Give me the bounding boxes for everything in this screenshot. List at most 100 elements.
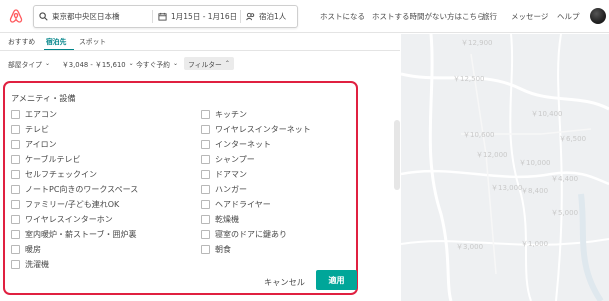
amenity-option[interactable]: 乾燥機: [201, 213, 239, 225]
amenity-label: ドアマン: [215, 169, 247, 179]
nav-help[interactable]: ヘルプ: [557, 11, 580, 22]
room-type-filter[interactable]: 部屋タイプ ⌄: [8, 57, 50, 70]
amenity-option[interactable]: エアコン: [11, 108, 57, 120]
amenity-option[interactable]: ワイヤレスインターネット: [201, 123, 311, 135]
checkbox[interactable]: [11, 244, 20, 254]
price-label: ￥3,048 - ￥15,610: [62, 60, 126, 69]
map-price-marker[interactable]: ￥4,400: [551, 174, 578, 184]
checkbox[interactable]: [11, 109, 20, 119]
amenity-option[interactable]: セルフチェックイン: [11, 168, 97, 180]
more-filters-button[interactable]: フィルター ⌃: [184, 57, 234, 70]
amenity-label: アイロン: [25, 139, 57, 149]
amenity-option[interactable]: 寝室のドアに鍵あり: [201, 228, 287, 240]
nav-trips[interactable]: 旅行: [482, 11, 497, 22]
room-type-label: 部屋タイプ: [8, 60, 42, 69]
checkbox[interactable]: [11, 169, 20, 179]
map-price-marker[interactable]: ￥12,000: [476, 150, 508, 160]
amenity-option[interactable]: 暖房: [11, 243, 41, 255]
amenity-label: インターネット: [215, 139, 271, 149]
checkbox[interactable]: [201, 109, 210, 119]
checkbox[interactable]: [11, 124, 20, 134]
amenity-option[interactable]: テレビ: [11, 123, 49, 135]
map-price-marker[interactable]: ￥12,900: [461, 38, 493, 48]
amenity-option[interactable]: キッチン: [201, 108, 247, 120]
map-price-marker[interactable]: ￥13,000: [491, 183, 523, 193]
map-price-marker[interactable]: ￥3,000: [456, 242, 483, 252]
amenity-label: ワイヤレスインターホン: [25, 214, 113, 224]
amenity-option[interactable]: ノートPC向きのワークスペース: [11, 183, 138, 195]
amenity-label: キッチン: [215, 109, 247, 119]
avatar[interactable]: [590, 8, 606, 24]
checkbox[interactable]: [201, 169, 210, 179]
dates-field[interactable]: 1月15日 - 1月16日: [158, 6, 238, 27]
chevron-up-icon: ⌃: [224, 60, 230, 67]
map-price-marker[interactable]: ￥6,500: [559, 134, 586, 144]
map[interactable]: ￥12,900 ￥12,500 ￥10,400 ￥10,600 ￥6,500 ￥…: [401, 34, 609, 301]
tab-recommended[interactable]: おすすめ: [8, 36, 35, 46]
airbnb-logo-icon[interactable]: [8, 8, 24, 24]
amenity-label: 朝食: [215, 244, 231, 254]
search-bar[interactable]: 東京都中央区日本橋 1月15日 - 1月16日 宿泊1人: [33, 5, 298, 28]
map-price-marker[interactable]: ￥10,000: [519, 158, 551, 168]
more-filters-label: フィルター: [188, 60, 222, 69]
checkbox[interactable]: [201, 124, 210, 134]
price-filter[interactable]: ￥3,048 - ￥15,610 ⌄: [62, 57, 134, 70]
guests-field[interactable]: 宿泊1人: [246, 6, 298, 27]
map-price-marker[interactable]: ￥10,600: [463, 130, 495, 140]
amenity-option[interactable]: シャンプー: [201, 153, 255, 165]
checkbox[interactable]: [11, 259, 20, 269]
amenity-option[interactable]: 室内暖炉・薪ストーブ・囲炉裏: [11, 228, 137, 240]
location-text: 東京都中央区日本橋: [52, 12, 120, 21]
map-price-marker[interactable]: ￥5,000: [551, 208, 578, 218]
map-price-marker[interactable]: ￥1,000: [521, 239, 548, 249]
nav-messages[interactable]: メッセージ: [511, 11, 548, 22]
checkbox[interactable]: [11, 229, 20, 239]
map-price-marker[interactable]: ￥12,500: [453, 74, 485, 84]
checkbox[interactable]: [11, 154, 20, 164]
amenity-option[interactable]: 朝食: [201, 243, 231, 255]
map-price-marker[interactable]: ￥10,400: [531, 109, 563, 119]
amenity-label: シャンプー: [215, 154, 255, 164]
amenity-option[interactable]: アイロン: [11, 138, 57, 150]
amenity-option[interactable]: ファミリー/子ども連れOK: [11, 198, 119, 210]
nav-become-host[interactable]: ホストになる: [320, 11, 365, 22]
amenity-option[interactable]: インターネット: [201, 138, 271, 150]
checkbox[interactable]: [11, 139, 20, 149]
guests-text: 宿泊1人: [259, 12, 287, 21]
amenity-option[interactable]: ドアマン: [201, 168, 247, 180]
guests-icon: [246, 12, 255, 21]
checkbox[interactable]: [201, 199, 210, 209]
amenity-label: 暖房: [25, 244, 41, 254]
category-tabs: おすすめ 宿泊先 スポット: [0, 33, 400, 51]
amenity-option[interactable]: ハンガー: [201, 183, 247, 195]
cancel-button[interactable]: キャンセル: [264, 276, 305, 288]
amenity-label: テレビ: [25, 124, 49, 134]
checkbox[interactable]: [201, 244, 210, 254]
checkbox[interactable]: [201, 184, 210, 194]
checkbox[interactable]: [201, 229, 210, 239]
dates-text: 1月15日 - 1月16日: [171, 12, 238, 21]
amenity-label: ワイヤレスインターネット: [215, 124, 311, 134]
scrollbar[interactable]: [394, 120, 400, 190]
tab-spots[interactable]: スポット: [79, 36, 106, 46]
search-icon: [39, 12, 48, 21]
amenity-option[interactable]: 洗濯機: [11, 258, 49, 270]
chevron-down-icon: ⌄: [128, 60, 134, 67]
location-field[interactable]: 東京都中央区日本橋: [39, 6, 149, 27]
nav-host-no-time[interactable]: ホストする時間がない方はこちら: [372, 11, 485, 22]
checkbox[interactable]: [201, 139, 210, 149]
checkbox[interactable]: [201, 154, 210, 164]
checkbox[interactable]: [11, 199, 20, 209]
map-price-marker[interactable]: ￥8,400: [521, 186, 548, 196]
tabs-divider: [0, 50, 400, 51]
apply-button[interactable]: 適用: [316, 270, 357, 290]
amenity-option[interactable]: ケーブルテレビ: [11, 153, 81, 165]
amenity-option[interactable]: ワイヤレスインターホン: [11, 213, 113, 225]
checkbox[interactable]: [11, 184, 20, 194]
tab-stays[interactable]: 宿泊先: [46, 36, 66, 46]
checkbox[interactable]: [201, 214, 210, 224]
amenity-label: 洗濯機: [25, 259, 49, 269]
instant-book-filter[interactable]: 今すぐ予約 ⌄: [136, 57, 178, 70]
checkbox[interactable]: [11, 214, 20, 224]
amenity-option[interactable]: ヘアドライヤー: [201, 198, 271, 210]
